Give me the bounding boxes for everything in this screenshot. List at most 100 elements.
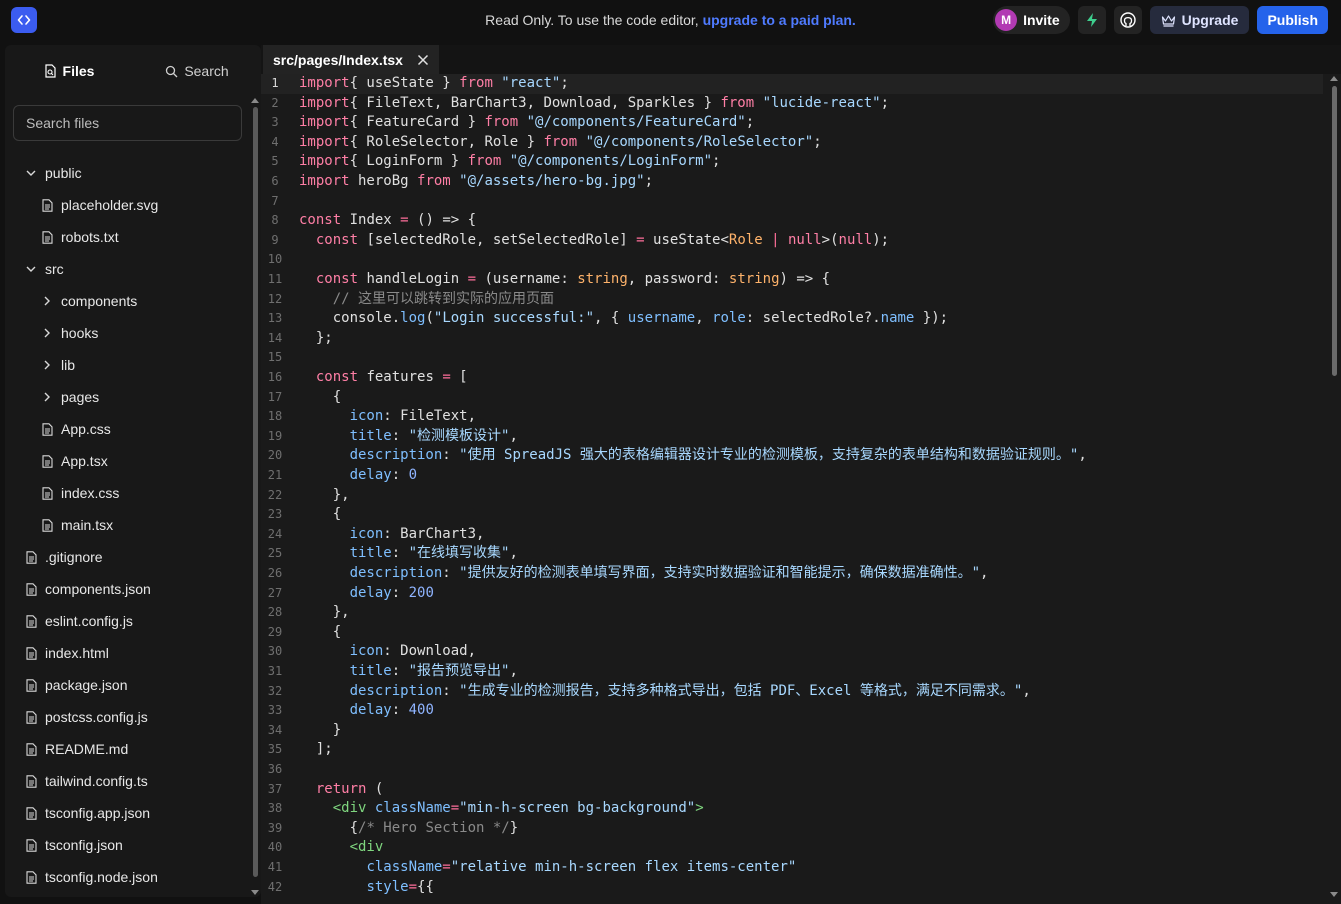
line-number: 39 xyxy=(267,820,283,835)
file-item[interactable]: eslint.config.js xyxy=(5,605,250,637)
invite-label: Invite xyxy=(1023,12,1060,28)
file-icon xyxy=(25,806,37,820)
tab-label: src/pages/Index.tsx xyxy=(273,51,403,68)
code-token: 0 xyxy=(408,467,418,483)
code-text: // 这里可以跳转到实际的应用页面 xyxy=(299,290,554,310)
code-token: ) => { xyxy=(779,271,831,287)
invite-button[interactable]: M Invite xyxy=(993,6,1070,34)
code-line: 9 const [selectedRole, setSelectedRole] … xyxy=(261,231,1323,251)
code-token: { xyxy=(299,506,342,523)
code-token: : xyxy=(442,682,460,699)
file-item[interactable]: index.css xyxy=(5,477,250,509)
folder-item[interactable]: src xyxy=(5,253,250,285)
code-text: import{ FeatureCard } from "@/components… xyxy=(299,113,754,133)
folder-item[interactable]: pages xyxy=(5,381,250,413)
line-number: 38 xyxy=(267,801,283,816)
tab-index-tsx[interactable]: src/pages/Index.tsx xyxy=(263,45,439,74)
line-number: 16 xyxy=(267,370,283,384)
tree-item-label: components.json xyxy=(45,581,151,597)
code-line: 11 const handleLogin = (username: string… xyxy=(261,270,1323,290)
close-icon[interactable] xyxy=(417,54,429,66)
upgrade-link[interactable]: upgrade to a paid plan. xyxy=(703,12,856,28)
file-icon xyxy=(41,486,53,500)
code-text: { xyxy=(299,623,341,643)
code-token: }); xyxy=(914,310,949,327)
tab-files[interactable]: Files xyxy=(5,45,133,97)
code-token: features xyxy=(358,369,443,385)
code-scroll-up-arrow[interactable] xyxy=(1330,76,1338,81)
line-number: 41 xyxy=(267,860,283,874)
line-number: 19 xyxy=(267,428,283,443)
file-item[interactable]: index.html xyxy=(5,637,250,669)
tab-search[interactable]: Search xyxy=(133,45,261,97)
upgrade-button[interactable]: Upgrade xyxy=(1149,6,1250,34)
code-token: // 这里可以跳转到实际的应用页面 xyxy=(299,290,555,307)
code-scrollbar[interactable] xyxy=(1332,86,1337,376)
code-token: {{ xyxy=(417,878,434,895)
code-token: : BarChart3, xyxy=(383,525,485,542)
code-token: <div xyxy=(332,800,367,817)
supabase-button[interactable] xyxy=(1077,6,1106,34)
file-item[interactable]: tsconfig.app.json xyxy=(5,797,250,829)
code-token: : xyxy=(442,447,460,464)
github-button[interactable] xyxy=(1113,6,1142,34)
folder-item[interactable]: lib xyxy=(5,349,250,381)
code-token: username xyxy=(627,310,696,327)
file-item[interactable]: App.tsx xyxy=(5,445,250,477)
crown-icon xyxy=(1161,14,1175,27)
code-token: null xyxy=(838,231,873,248)
code-toggle-button[interactable] xyxy=(11,7,37,33)
file-item[interactable]: components.json xyxy=(5,573,250,605)
code-token: : xyxy=(391,545,409,562)
file-item[interactable]: tsconfig.json xyxy=(5,829,250,861)
folder-item[interactable]: public xyxy=(5,157,250,189)
line-number: 11 xyxy=(267,272,283,286)
tree-item-label: robots.txt xyxy=(61,229,119,245)
line-number: 18 xyxy=(267,409,283,424)
file-item[interactable]: tsconfig.node.json xyxy=(5,861,250,893)
file-item[interactable]: .gitignore xyxy=(5,541,250,573)
chevron-right-icon xyxy=(41,390,53,404)
line-number: 4 xyxy=(271,134,279,149)
line-number: 7 xyxy=(271,193,279,208)
scroll-up-arrow[interactable] xyxy=(251,98,259,103)
file-icon xyxy=(25,742,37,756)
line-number: 40 xyxy=(267,840,283,855)
code-scroll-down-arrow[interactable] xyxy=(1330,892,1338,897)
folder-item[interactable]: components xyxy=(5,285,250,317)
file-item[interactable]: README.md xyxy=(5,733,250,765)
chevron-right-icon xyxy=(41,294,53,308)
code-token: : xyxy=(391,427,409,444)
file-item[interactable]: main.tsx xyxy=(5,509,250,541)
file-item[interactable]: App.css xyxy=(5,413,250,445)
code-token: } xyxy=(509,819,519,836)
folder-item[interactable]: hooks xyxy=(5,317,250,349)
file-item[interactable]: package.json xyxy=(5,669,250,701)
code-token: { xyxy=(299,623,342,640)
publish-button[interactable]: Publish xyxy=(1257,6,1328,34)
file-item[interactable]: placeholder.svg xyxy=(5,189,250,221)
code-token: import xyxy=(299,173,350,189)
code-token: "@/assets/hero-bg.jpg" xyxy=(450,173,645,189)
tree-item-label: index.css xyxy=(61,485,120,501)
scroll-down-arrow[interactable] xyxy=(251,890,259,895)
code-text: description: "使用 SpreadJS 强大的表格编辑器设计专业的检… xyxy=(299,446,1087,466)
search-files-input[interactable] xyxy=(13,105,242,141)
code-area[interactable]: 1 import{ useState } from "react"; 2 import… xyxy=(261,74,1341,904)
sidebar-scrollbar[interactable] xyxy=(253,107,258,877)
file-item[interactable]: tailwind.config.ts xyxy=(5,765,250,797)
code-token: 400 xyxy=(408,702,434,719)
code-text: import{ LoginForm } from "@/components/L… xyxy=(299,152,720,172)
code-token: { RoleSelector, Role } xyxy=(349,133,544,150)
code-token: delay xyxy=(349,584,392,601)
code-line: 35 ]; xyxy=(261,740,1323,760)
code-token: from xyxy=(720,94,755,111)
tree-item-label: tsconfig.app.json xyxy=(45,805,151,821)
code-token: = xyxy=(400,212,409,229)
code-token: >( xyxy=(821,231,839,248)
file-item[interactable]: robots.txt xyxy=(5,221,250,253)
file-item[interactable]: postcss.config.js xyxy=(5,701,250,733)
